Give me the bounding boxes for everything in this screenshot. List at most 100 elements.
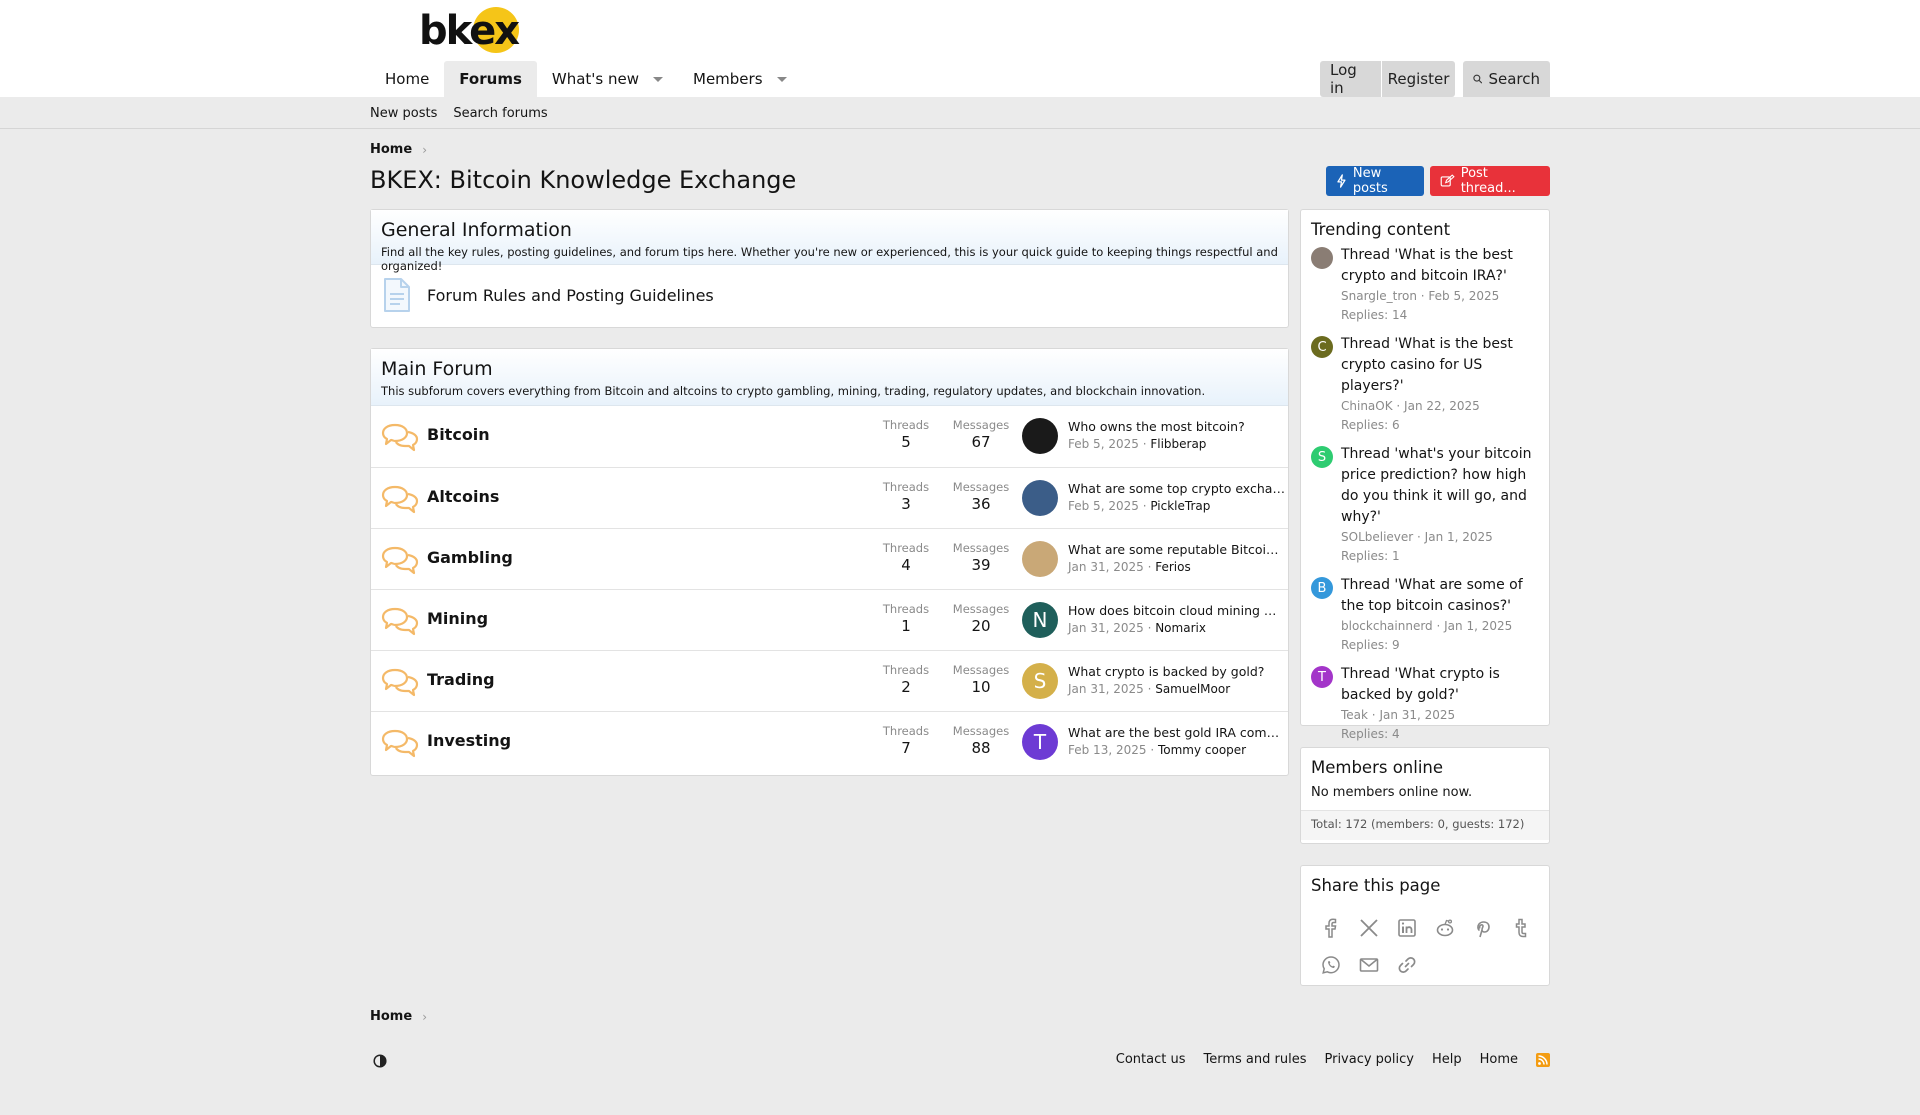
rss-icon[interactable] [1536,1052,1550,1067]
footer-help-link[interactable]: Help [1432,1052,1462,1067]
trending-thread-title[interactable]: Thread 'What is the best crypto casino f… [1341,334,1541,397]
avatar[interactable]: S [1022,663,1058,699]
node-title[interactable]: Altcoins [427,487,499,506]
latest-post-date[interactable]: Jan 31, 2025 [1068,621,1144,635]
chevron-down-icon[interactable] [776,76,787,82]
post-thread-button[interactable]: Post thread... [1430,166,1550,196]
trending-user[interactable]: Snargle_tron [1341,289,1417,303]
subnav-search-forums[interactable]: Search forums [453,106,547,121]
site-logo[interactable]: bkex [419,7,520,55]
avatar[interactable] [1022,418,1058,454]
trending-date[interactable]: Jan 31, 2025 [1379,708,1455,722]
edit-icon [1440,174,1455,187]
footer-privacy-link[interactable]: Privacy policy [1324,1052,1413,1067]
nav-tab-whats-new[interactable]: What's new [537,61,678,97]
footer-breadcrumb: Home › [370,1009,427,1024]
trending-user[interactable]: SOLbeliever [1341,530,1413,544]
avatar[interactable] [1311,247,1333,269]
messages-label: Messages [952,541,1010,555]
latest-post-title[interactable]: How does bitcoin cloud mining work... [1068,603,1286,618]
trending-date[interactable]: Feb 5, 2025 [1428,289,1499,303]
avatar[interactable]: N [1022,602,1058,638]
forum-rules-link[interactable]: Forum Rules and Posting Guidelines [371,265,1288,325]
whatsapp-icon[interactable] [1321,955,1341,975]
search-label: Search [1488,70,1540,88]
avatar[interactable] [1022,480,1058,516]
avatar[interactable]: T [1311,666,1333,688]
latest-post-title[interactable]: What are some top crypto exchanges... [1068,481,1286,496]
breadcrumb-home[interactable]: Home [370,1009,412,1024]
avatar[interactable]: C [1311,336,1333,358]
latest-post-user[interactable]: SamuelMoor [1155,682,1230,696]
trending-date[interactable]: Jan 1, 2025 [1444,619,1512,633]
general-info-title[interactable]: General Information [381,219,1278,241]
latest-post-date[interactable]: Jan 31, 2025 [1068,560,1144,574]
latest-post-date[interactable]: Feb 5, 2025 [1068,437,1139,451]
trending-date[interactable]: Jan 22, 2025 [1404,399,1480,413]
breadcrumb-home[interactable]: Home [370,142,412,157]
facebook-icon[interactable] [1321,918,1341,938]
latest-post-meta: Jan 31, 2025 · SamuelMoor [1068,682,1231,696]
trending-thread-title[interactable]: Thread 'What are some of the top bitcoin… [1341,575,1541,617]
nav-tab-forums[interactable]: Forums [444,61,537,97]
latest-post-user[interactable]: Nomarix [1155,621,1206,635]
x-icon[interactable] [1359,918,1379,938]
main-forum-title[interactable]: Main Forum [381,358,1278,380]
trending-user[interactable]: Teak [1341,708,1368,722]
new-posts-button[interactable]: New posts [1326,166,1424,196]
latest-post-title[interactable]: What crypto is backed by gold? [1068,664,1286,679]
pinterest-icon[interactable] [1473,918,1493,938]
threads-label: Threads [882,418,930,432]
latest-post-user[interactable]: PickleTrap [1150,499,1210,513]
node-title[interactable]: Investing [427,731,511,750]
latest-post-date[interactable]: Feb 5, 2025 [1068,499,1139,513]
latest-post-user[interactable]: Tommy cooper [1158,743,1246,757]
subnav-new-posts[interactable]: New posts [370,106,437,121]
linkedin-icon[interactable] [1397,918,1417,938]
nav-tab-members[interactable]: Members [678,61,802,97]
theme-toggle-icon[interactable] [373,1054,387,1068]
footer-home-link[interactable]: Home [1480,1052,1518,1067]
avatar[interactable]: S [1311,446,1333,468]
footer-contact-link[interactable]: Contact us [1116,1052,1186,1067]
latest-post: Who owns the most bitcoin? Feb 5, 2025 ·… [1068,419,1286,451]
trending-thread-title[interactable]: Thread 'what's your bitcoin price predic… [1341,444,1541,528]
avatar[interactable]: B [1311,577,1333,599]
reddit-icon[interactable] [1435,918,1455,938]
node-title[interactable]: Mining [427,609,488,628]
search-button[interactable]: Search [1463,61,1550,97]
node-title[interactable]: Trading [427,670,495,689]
forum-node: Trading Threads 2 Messages 10 S What cry… [371,650,1288,711]
chevron-down-icon[interactable] [653,76,663,82]
trending-thread-title[interactable]: Thread 'What crypto is backed by gold?' [1341,664,1541,706]
link-icon[interactable] [1397,955,1417,975]
trending-user[interactable]: blockchainnerd [1341,619,1433,633]
latest-post-user[interactable]: Flibberap [1150,437,1206,451]
tumblr-icon[interactable] [1511,918,1531,938]
trending-thread-title[interactable]: Thread 'What is the best crypto and bitc… [1341,245,1541,287]
members-online-title[interactable]: Members online [1301,748,1549,783]
latest-post-user[interactable]: Ferios [1155,560,1191,574]
footer-terms-link[interactable]: Terms and rules [1204,1052,1307,1067]
latest-post: What are some top crypto exchanges... Fe… [1068,481,1286,513]
footer-links: Contact us Terms and rules Privacy polic… [1116,1052,1550,1067]
email-icon[interactable] [1359,955,1379,975]
nav-tab-home[interactable]: Home [370,61,444,97]
latest-post-meta: Jan 31, 2025 · Ferios [1068,560,1191,574]
latest-post-date[interactable]: Jan 31, 2025 [1068,682,1144,696]
members-online-total: Total: 172 (members: 0, guests: 172) [1301,810,1549,840]
latest-post-date[interactable]: Feb 13, 2025 [1068,743,1147,757]
threads-label: Threads [882,541,930,555]
trending-date[interactable]: Jan 1, 2025 [1425,530,1493,544]
avatar[interactable] [1022,541,1058,577]
trending-user[interactable]: ChinaOK [1341,399,1393,413]
latest-post-title[interactable]: What are the best gold IRA companies... [1068,725,1286,740]
share-block: Share this page [1300,865,1550,986]
latest-post-title[interactable]: Who owns the most bitcoin? [1068,419,1286,434]
login-button[interactable]: Log in [1320,61,1381,97]
node-title[interactable]: Bitcoin [427,425,490,444]
node-title[interactable]: Gambling [427,548,513,567]
latest-post-title[interactable]: What are some reputable Bitcoin roulette… [1068,542,1286,557]
register-button[interactable]: Register [1382,61,1455,97]
avatar[interactable]: T [1022,724,1058,760]
